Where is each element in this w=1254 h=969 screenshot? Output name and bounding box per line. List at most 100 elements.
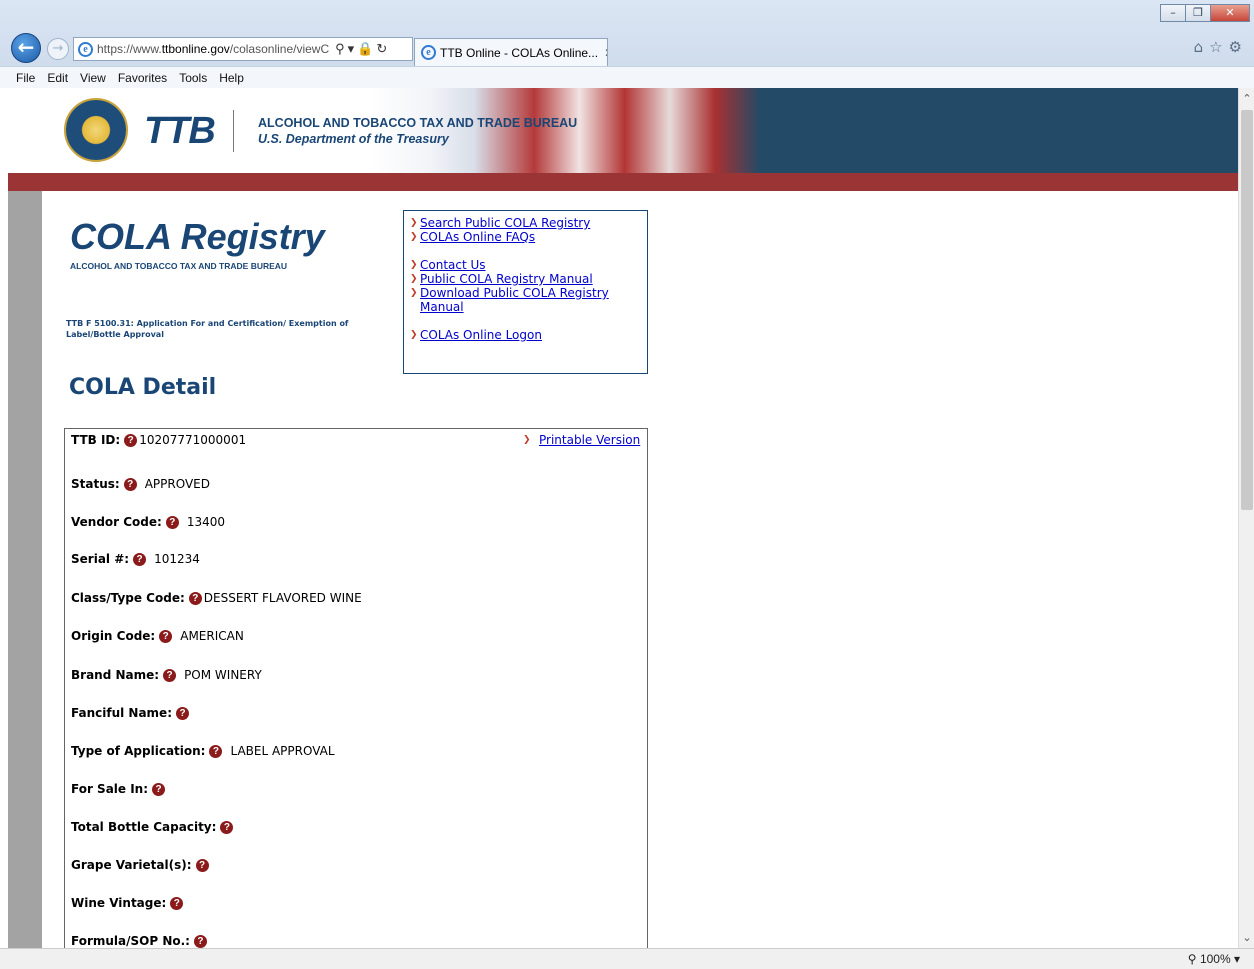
field-formula-sop: Formula/SOP No.:?	[71, 934, 215, 948]
tab-close-icon[interactable]: ✕	[604, 46, 607, 60]
back-button[interactable]: ←	[11, 33, 41, 63]
field-grape-varietals: Grape Varietal(s):?	[71, 858, 217, 872]
cola-registry-subtitle: ALCOHOL AND TOBACCO TAX AND TRADE BUREAU	[70, 261, 288, 271]
bureau-name: ALCOHOL AND TOBACCO TAX AND TRADE BUREAU	[258, 116, 578, 130]
menu-edit[interactable]: Edit	[47, 71, 68, 85]
help-icon[interactable]: ?	[152, 782, 166, 796]
red-divider-bar	[8, 173, 1238, 191]
home-icon[interactable]: ⌂	[1194, 38, 1210, 56]
cola-detail-box: ❯ Printable Version TTB ID:? 102077710000…	[64, 428, 648, 948]
help-icon[interactable]: ?	[123, 477, 137, 491]
zoom-value: 100%	[1199, 952, 1231, 966]
link-row-contact: ❯ Contact Us	[410, 258, 641, 272]
help-icon[interactable]: ?	[195, 858, 209, 872]
menu-tools[interactable]: Tools	[179, 71, 207, 85]
field-label: Wine Vintage:	[71, 896, 167, 910]
field-label: For Sale In:	[71, 782, 149, 796]
field-brand-name: Brand Name:? POM WINERY	[71, 668, 262, 682]
help-icon[interactable]: ?	[220, 820, 234, 834]
field-label: Origin Code:	[71, 629, 156, 643]
window-controls: – ❐ ✕	[1160, 4, 1250, 22]
vertical-scrollbar[interactable]: ⌃ ⌄	[1238, 88, 1254, 948]
zoom-level[interactable]: ⚲ 100% ▾	[1188, 952, 1240, 966]
left-gray-bar	[8, 191, 42, 948]
scroll-up-icon[interactable]: ⌃	[1239, 92, 1254, 105]
arrow-bullet-icon: ❯	[523, 435, 531, 445]
help-icon[interactable]: ?	[193, 934, 207, 948]
link-row-manual: ❯ Public COLA Registry Manual	[410, 272, 641, 286]
address-icons: ⚲▾🔒↻	[335, 41, 390, 57]
menu-file[interactable]: File	[16, 71, 35, 85]
field-fanciful-name: Fanciful Name:?	[71, 706, 197, 720]
field-value: 13400	[186, 515, 226, 529]
field-label: Status:	[71, 477, 120, 491]
help-icon[interactable]: ?	[159, 629, 173, 643]
form-title: TTB F 5100.31: Application For and Certi…	[66, 319, 349, 339]
link-row-search: ❯ Search Public COLA Registry	[410, 216, 641, 230]
browser-chrome: – ❐ ✕ ← → e https://www.ttbonline.gov/co…	[0, 0, 1254, 88]
colas-faqs-link[interactable]: COLAs Online FAQs	[420, 230, 535, 244]
browser-tab[interactable]: e TTB Online - COLAs Online... ✕	[414, 38, 608, 66]
favorites-star-icon[interactable]: ☆	[1209, 38, 1228, 56]
field-value: 101234	[154, 552, 200, 566]
field-value: AMERICAN	[180, 629, 244, 643]
treasury-seal-icon	[64, 98, 128, 162]
field-label: Total Bottle Capacity:	[71, 820, 217, 834]
link-row-logon: ❯ COLAs Online Logon	[410, 328, 641, 342]
menu-favorites[interactable]: Favorites	[118, 71, 167, 85]
scroll-down-icon[interactable]: ⌄	[1239, 931, 1254, 944]
arrow-bullet-icon: ❯	[410, 330, 418, 340]
field-ttb-id: TTB ID:? 10207771000001	[71, 433, 246, 447]
field-vendor-code: Vendor Code:? 13400	[71, 515, 225, 529]
contact-us-link[interactable]: Contact Us	[420, 258, 486, 272]
close-icon[interactable]: ✕	[1210, 4, 1250, 22]
gear-icon[interactable]: ⚙	[1229, 38, 1248, 56]
menu-view[interactable]: View	[80, 71, 106, 85]
printable-version-link[interactable]: Printable Version	[539, 433, 640, 447]
url-prefix: https://www.	[97, 42, 162, 56]
field-wine-vintage: Wine Vintage:?	[71, 896, 191, 910]
link-row-download: ❯ Download Public COLA Registry Manual	[410, 286, 641, 314]
menu-help[interactable]: Help	[219, 71, 244, 85]
dropdown-icon[interactable]: ▾	[348, 41, 358, 56]
field-value: POM WINERY	[184, 668, 262, 682]
address-bar[interactable]: e https://www.ttbonline.gov/colasonline/…	[73, 37, 413, 61]
cola-registry-logo: COLA Registry	[70, 216, 325, 257]
status-bar: ⚲ 100% ▾	[0, 948, 1254, 969]
restore-icon[interactable]: ❐	[1185, 4, 1211, 22]
quick-links-box: ❯ Search Public COLA Registry ❯ COLAs Onli…	[403, 210, 648, 374]
field-serial: Serial #:? 101234	[71, 552, 200, 566]
field-for-sale-in: For Sale In:?	[71, 782, 173, 796]
lock-icon[interactable]: 🔒	[357, 41, 376, 56]
help-icon[interactable]: ?	[165, 515, 179, 529]
ttb-banner: TTB ALCOHOL AND TOBACCO TAX AND TRADE BU…	[8, 88, 1238, 173]
colas-logon-link[interactable]: COLAs Online Logon	[420, 328, 542, 342]
help-icon[interactable]: ?	[170, 896, 184, 910]
help-icon[interactable]: ?	[209, 744, 223, 758]
field-value: LABEL APPROVAL	[230, 744, 335, 758]
forward-button[interactable]: →	[47, 38, 69, 60]
url-domain: ttbonline.gov	[161, 42, 230, 56]
help-icon[interactable]: ?	[163, 668, 177, 682]
search-icon[interactable]: ⚲	[335, 41, 348, 56]
help-icon[interactable]: ?	[133, 552, 147, 566]
field-label: Fanciful Name:	[71, 706, 172, 720]
search-public-cola-link[interactable]: Search Public COLA Registry	[420, 216, 590, 230]
scroll-thumb[interactable]	[1241, 110, 1253, 510]
registry-manual-link[interactable]: Public COLA Registry Manual	[420, 272, 593, 286]
treasury-name: U.S. Department of the Treasury	[258, 132, 449, 146]
download-manual-link[interactable]: Download Public COLA Registry Manual	[420, 286, 641, 314]
ie-icon: e	[421, 45, 436, 60]
help-icon[interactable]: ?	[188, 591, 202, 605]
minimize-icon[interactable]: –	[1160, 4, 1186, 22]
zoom-icon: ⚲	[1187, 952, 1197, 966]
printable-version: ❯ Printable Version	[523, 433, 640, 447]
ttb-logo[interactable]: TTB	[144, 110, 216, 153]
field-label: Class/Type Code:	[71, 591, 185, 605]
field-value: DESSERT FLAVORED WINE	[203, 591, 362, 605]
help-icon[interactable]: ?	[176, 706, 189, 720]
field-value: 10207771000001	[139, 433, 247, 447]
field-bottle-capacity: Total Bottle Capacity:?	[71, 820, 241, 834]
refresh-icon[interactable]: ↻	[376, 41, 390, 56]
help-icon[interactable]: ?	[124, 433, 138, 447]
